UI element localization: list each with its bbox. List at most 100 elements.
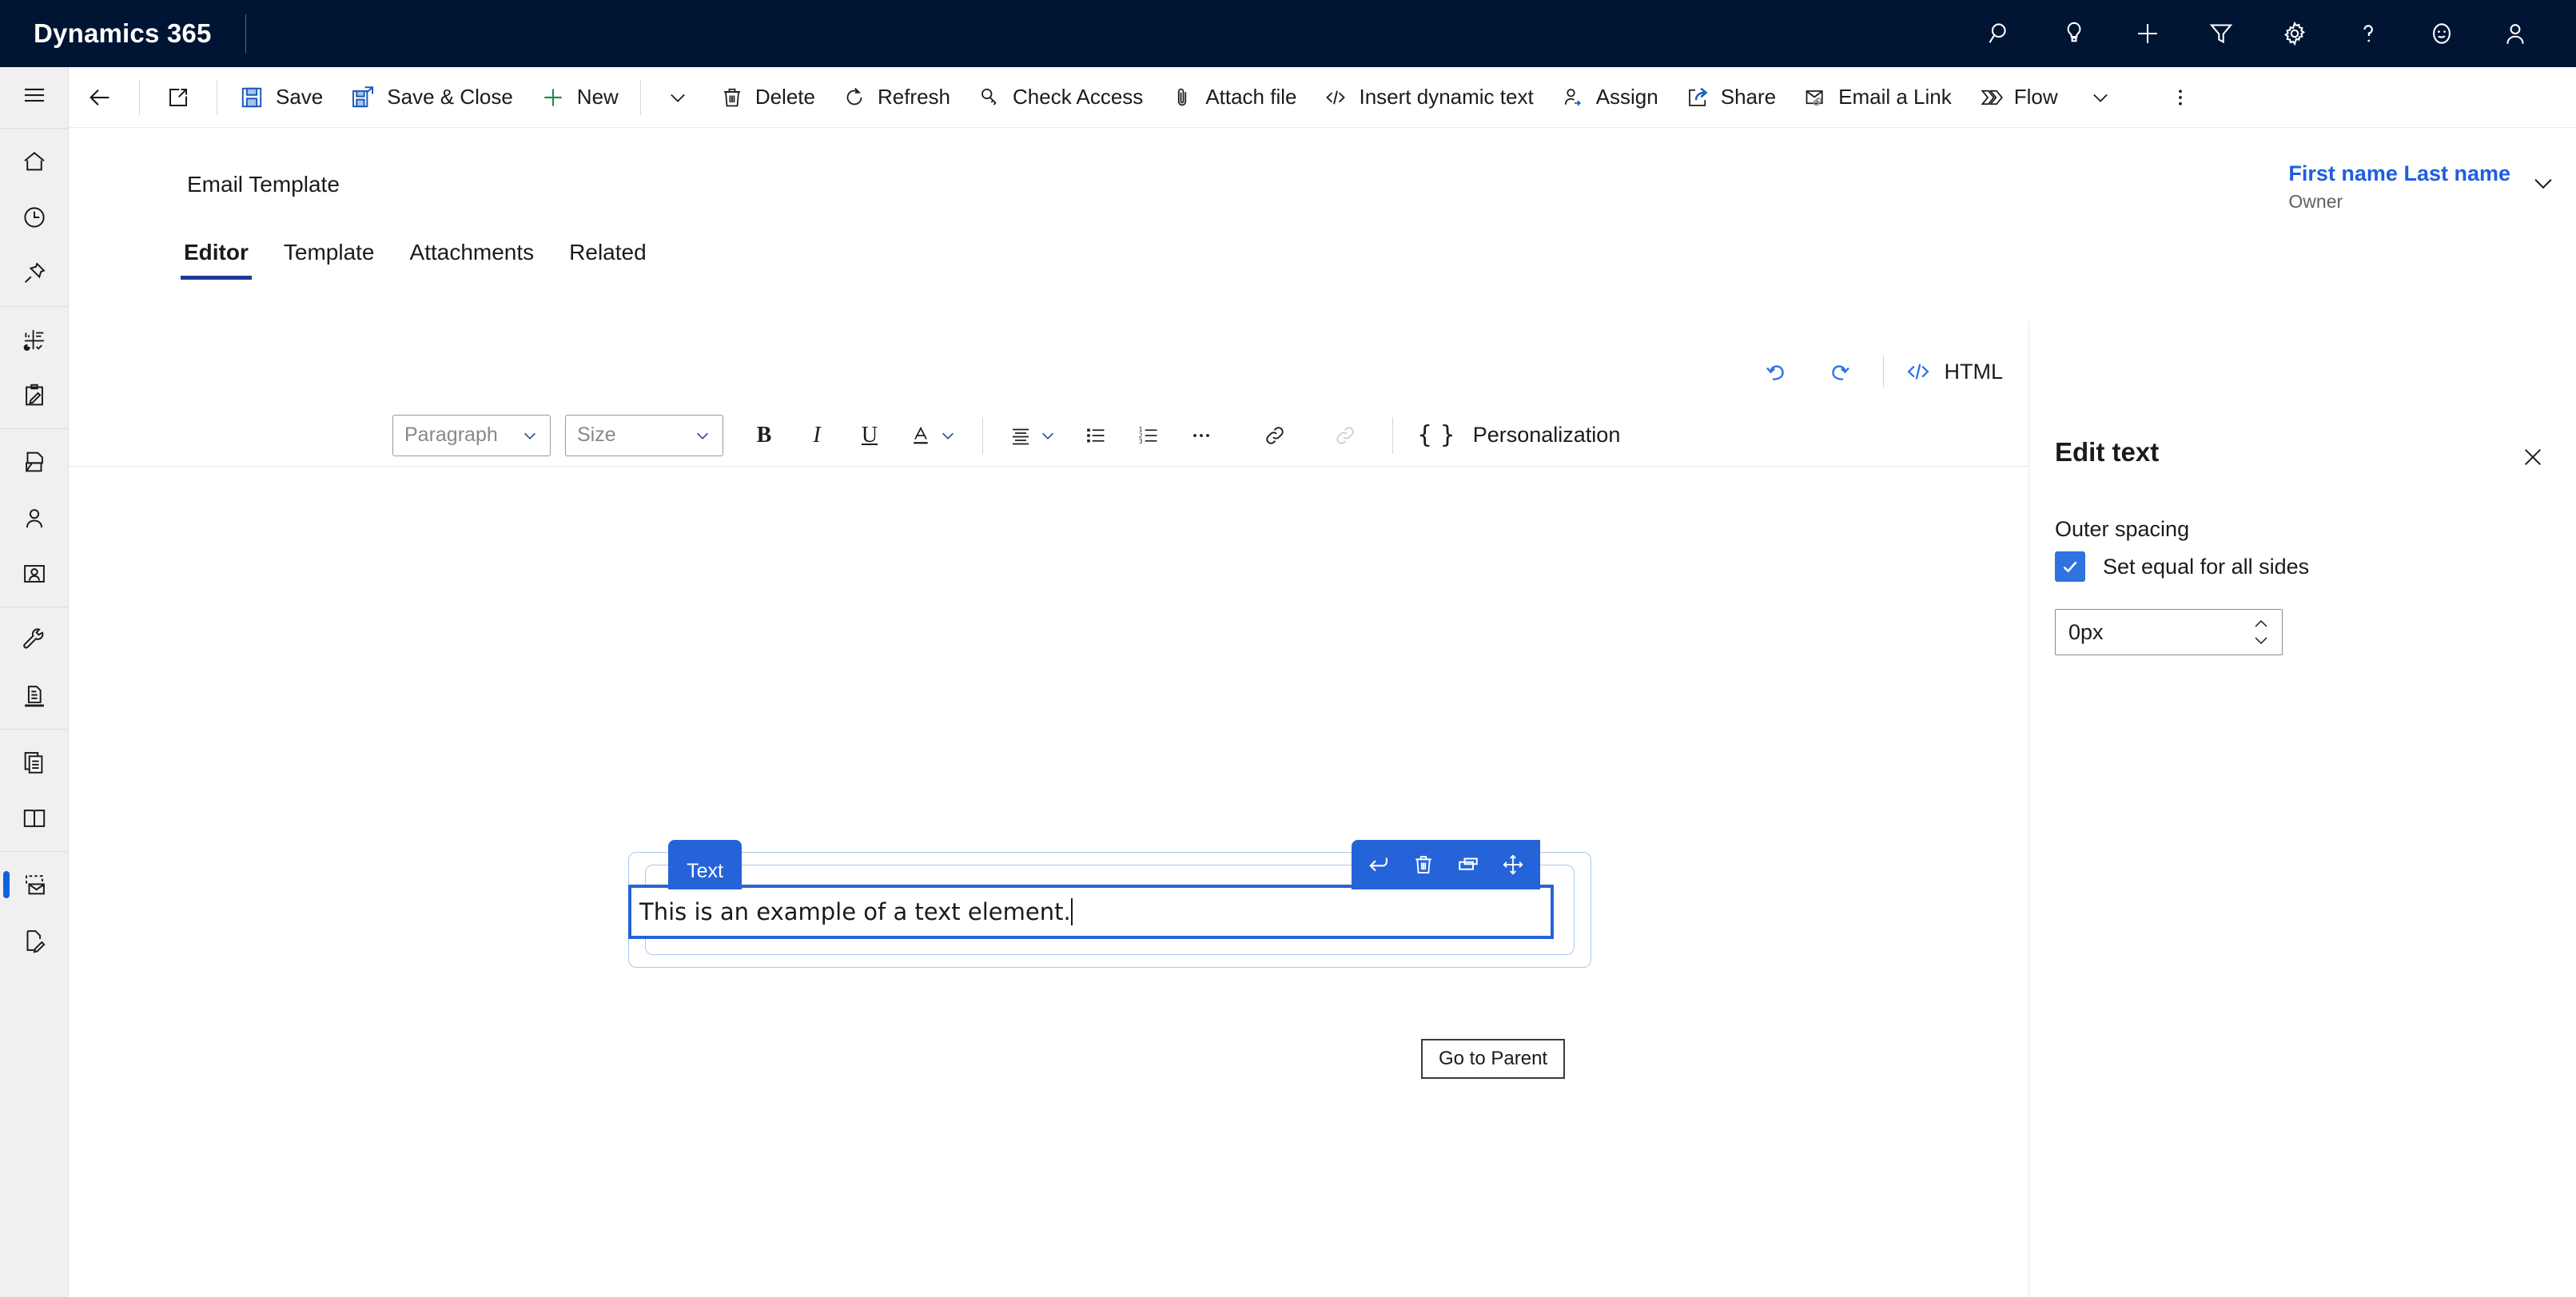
record-header: Email Template First name Last name Owne… bbox=[69, 128, 2576, 321]
insert-link-button[interactable] bbox=[1248, 412, 1301, 460]
tab-editor[interactable]: Editor bbox=[166, 232, 266, 280]
account-card-icon[interactable] bbox=[0, 546, 69, 602]
attach-file-button[interactable]: Attach file bbox=[1157, 67, 1310, 128]
set-equal-all-sides-label: Set equal for all sides bbox=[2103, 554, 2310, 579]
personalization-label: Personalization bbox=[1472, 423, 1621, 447]
email-template-icon[interactable] bbox=[0, 857, 69, 913]
plus-icon[interactable] bbox=[2111, 0, 2184, 67]
stepper-arrows bbox=[2252, 618, 2271, 647]
panel-title: Edit text bbox=[2055, 437, 2160, 467]
share-button[interactable]: Share bbox=[1672, 67, 1790, 128]
tab-related[interactable]: Related bbox=[551, 232, 664, 280]
tab-attachments[interactable]: Attachments bbox=[392, 232, 552, 280]
paragraph-style-select[interactable]: Paragraph bbox=[392, 414, 551, 456]
flow-label: Flow bbox=[2013, 85, 2058, 109]
outer-spacing-value[interactable]: 0px bbox=[2068, 620, 2104, 645]
top-navigation-bar: Dynamics 365 bbox=[0, 0, 2576, 67]
check-access-button[interactable]: Check Access bbox=[964, 67, 1157, 128]
chevron-down-icon bbox=[942, 432, 954, 440]
outer-spacing-stepper[interactable]: 0px bbox=[2055, 609, 2283, 655]
recent-icon[interactable] bbox=[0, 189, 69, 245]
brand-divider bbox=[245, 14, 246, 53]
move-element-button[interactable] bbox=[1491, 840, 1535, 889]
set-equal-all-sides-checkbox[interactable] bbox=[2055, 551, 2085, 582]
dashboard-icon[interactable] bbox=[0, 312, 69, 368]
owner-chevron-down-icon[interactable] bbox=[2530, 169, 2557, 201]
close-icon[interactable] bbox=[2515, 440, 2550, 475]
app-brand-title: Dynamics 365 bbox=[34, 18, 212, 48]
import-icon[interactable] bbox=[0, 668, 69, 724]
filter-icon[interactable] bbox=[2184, 0, 2258, 67]
set-equal-all-sides-row[interactable]: Set equal for all sides bbox=[2055, 551, 2309, 582]
help-icon[interactable] bbox=[2331, 0, 2405, 67]
more-commands-button[interactable] bbox=[2152, 67, 2209, 128]
back-button[interactable] bbox=[69, 67, 131, 128]
hamburger-icon[interactable] bbox=[0, 67, 69, 123]
go-to-parent-button[interactable] bbox=[1356, 840, 1401, 889]
save-and-close-button[interactable]: Save & Close bbox=[336, 67, 527, 128]
save-and-close-label: Save & Close bbox=[387, 85, 513, 109]
text-caret bbox=[1070, 898, 1073, 925]
duplicate-element-button[interactable] bbox=[1446, 840, 1491, 889]
contact-icon[interactable] bbox=[0, 490, 69, 546]
bold-button[interactable]: B bbox=[738, 412, 790, 460]
html-view-button[interactable]: HTML bbox=[1897, 358, 2012, 385]
person-icon[interactable] bbox=[2478, 0, 2552, 67]
chevron-down-icon bbox=[524, 432, 536, 440]
new-button[interactable]: New bbox=[527, 67, 632, 128]
text-element-content[interactable]: This is an example of a text element. bbox=[631, 898, 1071, 925]
numbered-list-button[interactable]: 1 2 3 bbox=[1122, 412, 1175, 460]
italic-button[interactable]: I bbox=[790, 412, 843, 460]
undo-icon[interactable] bbox=[1746, 347, 1808, 396]
edit-text-properties-panel: Edit text Outer spacing Set equal for al… bbox=[2029, 321, 2576, 1297]
email-editor-canvas-area: HTML Paragraph Size B I U 1 2 3 {} Pers… bbox=[69, 321, 2029, 1297]
chevron-up-icon[interactable] bbox=[2252, 618, 2271, 631]
wrench-icon[interactable] bbox=[0, 612, 69, 668]
left-navigation-rail bbox=[0, 67, 69, 1297]
document-edit-icon[interactable] bbox=[0, 913, 69, 969]
font-size-select[interactable]: Size bbox=[565, 414, 723, 456]
popout-button[interactable] bbox=[148, 67, 209, 128]
html-view-label: HTML bbox=[1944, 359, 2004, 384]
owner-field[interactable]: First name Last name Owner bbox=[2288, 161, 2510, 213]
bulleted-list-button[interactable] bbox=[1069, 412, 1122, 460]
delete-button[interactable]: Delete bbox=[707, 67, 829, 128]
documents-icon[interactable] bbox=[0, 734, 69, 790]
chevron-down-icon[interactable] bbox=[2252, 634, 2271, 647]
new-chevron-down-icon[interactable] bbox=[649, 67, 707, 128]
more-formatting-button[interactable] bbox=[1175, 412, 1228, 460]
email-a-link-button[interactable]: Email a Link bbox=[1790, 67, 1965, 128]
activities-icon[interactable] bbox=[0, 368, 69, 424]
files-icon[interactable] bbox=[0, 434, 69, 490]
assign-button[interactable]: Assign bbox=[1547, 67, 1672, 128]
page-title: Email Template bbox=[187, 172, 340, 197]
underline-button[interactable]: U bbox=[843, 412, 896, 460]
rail-divider bbox=[0, 128, 68, 129]
refresh-button[interactable]: Refresh bbox=[829, 67, 964, 128]
gear-icon[interactable] bbox=[2258, 0, 2331, 67]
personalization-button[interactable]: { } Personalization bbox=[1406, 421, 1631, 449]
delete-element-button[interactable] bbox=[1401, 840, 1446, 889]
redo-icon[interactable] bbox=[1808, 347, 1870, 396]
insert-dynamic-text-button[interactable]: Insert dynamic text bbox=[1310, 67, 1547, 128]
home-icon[interactable] bbox=[0, 133, 69, 189]
email-canvas[interactable]: This is an example of a text element. Te… bbox=[69, 467, 2029, 1297]
search-icon[interactable] bbox=[1964, 0, 2037, 67]
refresh-label: Refresh bbox=[877, 85, 951, 109]
lightbulb-icon[interactable] bbox=[2037, 0, 2111, 67]
font-color-button[interactable] bbox=[896, 412, 969, 460]
owner-field-label: Owner bbox=[2288, 191, 2343, 212]
flow-chevron-down-icon[interactable] bbox=[2072, 67, 2129, 128]
selected-text-element[interactable]: This is an example of a text element. bbox=[628, 885, 1554, 939]
align-button[interactable] bbox=[996, 412, 1069, 460]
save-label: Save bbox=[276, 85, 324, 109]
save-button[interactable]: Save bbox=[225, 67, 336, 128]
book-icon[interactable] bbox=[0, 790, 69, 846]
tab-template[interactable]: Template bbox=[266, 232, 392, 280]
pin-icon[interactable] bbox=[0, 245, 69, 301]
paragraph-style-value: Paragraph bbox=[404, 424, 498, 446]
smiley-icon[interactable] bbox=[2405, 0, 2478, 67]
owner-name-link[interactable]: First name Last name bbox=[2288, 161, 2510, 186]
flow-button[interactable]: Flow bbox=[1965, 67, 2072, 128]
go-to-parent-tooltip: Go to Parent bbox=[1421, 1039, 1566, 1079]
